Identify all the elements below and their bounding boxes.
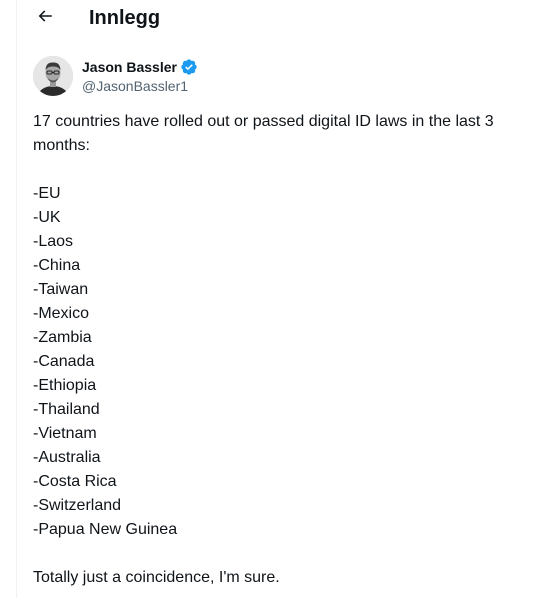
list-item: -China: [33, 257, 81, 274]
list-item: -Papua New Guinea: [33, 521, 178, 538]
list-item: -Mexico: [33, 305, 90, 322]
tweet-intro: 17 countries have rolled out or passed d…: [33, 113, 494, 154]
tweet-author: Jason Bassler @JasonBassler1: [33, 56, 533, 96]
list-item: -Taiwan: [33, 281, 89, 298]
avatar[interactable]: [33, 56, 73, 96]
arrow-left-icon: [36, 7, 54, 30]
list-item: -EU: [33, 185, 61, 202]
page-title: Innlegg: [89, 7, 161, 29]
column-divider: [16, 0, 17, 598]
tweet-closing: Totally just a coincidence, I'm sure.: [33, 569, 280, 586]
list-item: -Canada: [33, 353, 95, 370]
author-display-name[interactable]: Jason Bassler: [82, 59, 177, 75]
list-item: -UK: [33, 209, 61, 226]
author-handle[interactable]: @JasonBassler1: [82, 77, 198, 96]
list-item: -Zambia: [33, 329, 92, 346]
verified-badge-icon[interactable]: [180, 58, 198, 76]
list-item: -Vietnam: [33, 425, 97, 442]
page-header: Innlegg: [17, 0, 550, 36]
tweet-text: 17 countries have rolled out or passed d…: [33, 110, 548, 590]
country-list: -EU -UK -Laos -China -Taiwan -Mexico -Za…: [33, 182, 548, 542]
list-item: -Ethiopia: [33, 377, 97, 394]
list-item: -Costa Rica: [33, 473, 117, 490]
back-button[interactable]: [30, 3, 60, 33]
list-item: -Thailand: [33, 401, 100, 418]
list-item: -Laos: [33, 233, 74, 250]
list-item: -Australia: [33, 449, 101, 466]
list-item: -Switzerland: [33, 497, 122, 514]
